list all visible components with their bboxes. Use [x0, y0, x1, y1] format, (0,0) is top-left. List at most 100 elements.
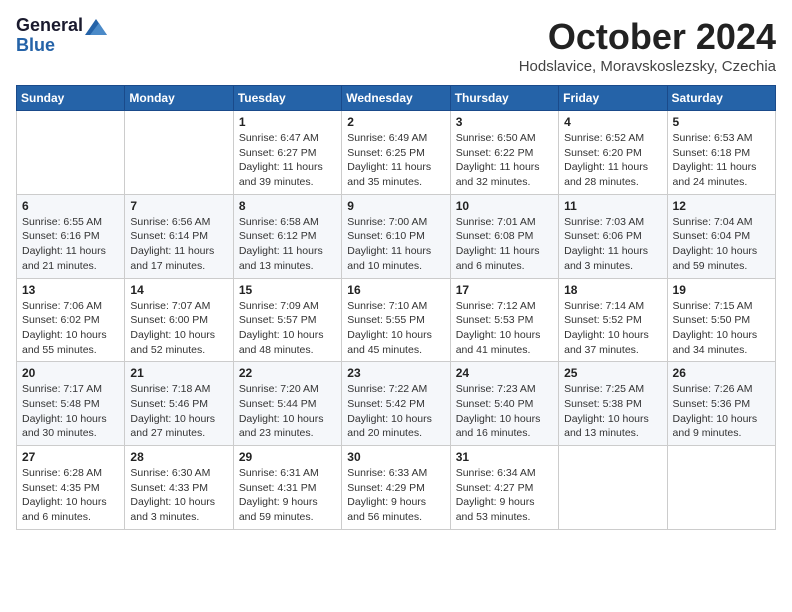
day-number: 8	[239, 199, 336, 213]
day-info: Sunrise: 6:47 AM Sunset: 6:27 PM Dayligh…	[239, 131, 336, 190]
day-number: 9	[347, 199, 444, 213]
calendar-cell: 5Sunrise: 6:53 AM Sunset: 6:18 PM Daylig…	[667, 111, 775, 195]
calendar-cell	[667, 446, 775, 530]
day-number: 29	[239, 450, 336, 464]
page-header: General Blue October 2024 Hodslavice, Mo…	[16, 16, 776, 75]
weekday-header-tuesday: Tuesday	[233, 86, 341, 111]
day-info: Sunrise: 6:56 AM Sunset: 6:14 PM Dayligh…	[130, 215, 227, 274]
day-number: 21	[130, 366, 227, 380]
day-info: Sunrise: 7:12 AM Sunset: 5:53 PM Dayligh…	[456, 299, 553, 358]
calendar-cell: 7Sunrise: 6:56 AM Sunset: 6:14 PM Daylig…	[125, 194, 233, 278]
day-number: 13	[22, 283, 119, 297]
calendar-cell	[559, 446, 667, 530]
day-number: 4	[564, 115, 661, 129]
calendar-cell	[17, 111, 125, 195]
day-info: Sunrise: 6:33 AM Sunset: 4:29 PM Dayligh…	[347, 466, 444, 525]
calendar-cell: 31 Sunrise: 6:34 AM Sunset: 4:27 PM Dayli…	[450, 446, 558, 530]
day-info: Sunrise: 6:31 AM Sunset: 4:31 PM Dayligh…	[239, 466, 336, 525]
day-info: Sunrise: 7:07 AM Sunset: 6:00 PM Dayligh…	[130, 299, 227, 358]
calendar-cell: 25 Sunrise: 7:25 AM Sunset: 5:38 PM Dayli…	[559, 362, 667, 446]
calendar-cell: 27 Sunrise: 6:28 AM Sunset: 4:35 PM Dayli…	[17, 446, 125, 530]
logo-blue: Blue	[16, 36, 55, 56]
location: Hodslavice, Moravskoslezsky, Czechia	[519, 58, 776, 75]
calendar-cell: 13 Sunrise: 7:06 AM Sunset: 6:02 PM Dayli…	[17, 278, 125, 362]
day-info: Sunrise: 7:06 AM Sunset: 6:02 PM Dayligh…	[22, 299, 119, 358]
calendar-week-5: 27 Sunrise: 6:28 AM Sunset: 4:35 PM Dayli…	[17, 446, 776, 530]
day-info: Sunrise: 7:03 AM Sunset: 6:06 PM Dayligh…	[564, 215, 661, 274]
day-number: 10	[456, 199, 553, 213]
day-info: Sunrise: 7:15 AM Sunset: 5:50 PM Dayligh…	[673, 299, 770, 358]
calendar-cell: 3 Sunrise: 6:50 AM Sunset: 6:22 PM Daylig…	[450, 111, 558, 195]
calendar-week-2: 6Sunrise: 6:55 AM Sunset: 6:16 PM Daylig…	[17, 194, 776, 278]
day-info: Sunrise: 6:34 AM Sunset: 4:27 PM Dayligh…	[456, 466, 553, 525]
calendar-cell: 6Sunrise: 6:55 AM Sunset: 6:16 PM Daylig…	[17, 194, 125, 278]
calendar-cell: 10 Sunrise: 7:01 AM Sunset: 6:08 PM Dayli…	[450, 194, 558, 278]
day-number: 1	[239, 115, 336, 129]
day-info: Sunrise: 7:22 AM Sunset: 5:42 PM Dayligh…	[347, 382, 444, 441]
calendar-cell: 14 Sunrise: 7:07 AM Sunset: 6:00 PM Dayli…	[125, 278, 233, 362]
calendar-cell: 22Sunrise: 7:20 AM Sunset: 5:44 PM Dayli…	[233, 362, 341, 446]
day-number: 11	[564, 199, 661, 213]
calendar-cell: 24Sunrise: 7:23 AM Sunset: 5:40 PM Dayli…	[450, 362, 558, 446]
day-number: 27	[22, 450, 119, 464]
logo-general: General	[16, 16, 83, 36]
day-info: Sunrise: 6:52 AM Sunset: 6:20 PM Dayligh…	[564, 131, 661, 190]
calendar-cell: 17Sunrise: 7:12 AM Sunset: 5:53 PM Dayli…	[450, 278, 558, 362]
day-info: Sunrise: 7:00 AM Sunset: 6:10 PM Dayligh…	[347, 215, 444, 274]
day-info: Sunrise: 6:30 AM Sunset: 4:33 PM Dayligh…	[130, 466, 227, 525]
weekday-header-thursday: Thursday	[450, 86, 558, 111]
day-number: 31	[456, 450, 553, 464]
weekday-header-sunday: Sunday	[17, 86, 125, 111]
weekday-header-friday: Friday	[559, 86, 667, 111]
day-number: 16	[347, 283, 444, 297]
calendar-cell: 20Sunrise: 7:17 AM Sunset: 5:48 PM Dayli…	[17, 362, 125, 446]
calendar-cell: 29 Sunrise: 6:31 AM Sunset: 4:31 PM Dayli…	[233, 446, 341, 530]
day-info: Sunrise: 6:28 AM Sunset: 4:35 PM Dayligh…	[22, 466, 119, 525]
logo: General Blue	[16, 16, 107, 56]
weekday-header-saturday: Saturday	[667, 86, 775, 111]
calendar-table: SundayMondayTuesdayWednesdayThursdayFrid…	[16, 85, 776, 530]
title-block: October 2024 Hodslavice, Moravskoslezsky…	[519, 16, 776, 75]
day-number: 15	[239, 283, 336, 297]
logo-icon	[85, 19, 107, 35]
day-number: 14	[130, 283, 227, 297]
calendar-cell: 15 Sunrise: 7:09 AM Sunset: 5:57 PM Dayli…	[233, 278, 341, 362]
day-info: Sunrise: 7:09 AM Sunset: 5:57 PM Dayligh…	[239, 299, 336, 358]
calendar-cell: 28 Sunrise: 6:30 AM Sunset: 4:33 PM Dayli…	[125, 446, 233, 530]
calendar-cell: 18Sunrise: 7:14 AM Sunset: 5:52 PM Dayli…	[559, 278, 667, 362]
calendar-cell: 21Sunrise: 7:18 AM Sunset: 5:46 PM Dayli…	[125, 362, 233, 446]
month-title: October 2024	[519, 16, 776, 58]
day-info: Sunrise: 7:10 AM Sunset: 5:55 PM Dayligh…	[347, 299, 444, 358]
day-info: Sunrise: 6:50 AM Sunset: 6:22 PM Dayligh…	[456, 131, 553, 190]
calendar-cell: 1 Sunrise: 6:47 AM Sunset: 6:27 PM Daylig…	[233, 111, 341, 195]
day-info: Sunrise: 7:01 AM Sunset: 6:08 PM Dayligh…	[456, 215, 553, 274]
weekday-header-wednesday: Wednesday	[342, 86, 450, 111]
day-number: 19	[673, 283, 770, 297]
day-info: Sunrise: 7:17 AM Sunset: 5:48 PM Dayligh…	[22, 382, 119, 441]
day-number: 26	[673, 366, 770, 380]
day-info: Sunrise: 6:53 AM Sunset: 6:18 PM Dayligh…	[673, 131, 770, 190]
calendar-cell: 26 Sunrise: 7:26 AM Sunset: 5:36 PM Dayli…	[667, 362, 775, 446]
day-number: 22	[239, 366, 336, 380]
calendar-cell	[125, 111, 233, 195]
day-number: 12	[673, 199, 770, 213]
calendar-cell: 8Sunrise: 6:58 AM Sunset: 6:12 PM Daylig…	[233, 194, 341, 278]
day-info: Sunrise: 7:26 AM Sunset: 5:36 PM Dayligh…	[673, 382, 770, 441]
calendar-cell: 2Sunrise: 6:49 AM Sunset: 6:25 PM Daylig…	[342, 111, 450, 195]
calendar-week-4: 20Sunrise: 7:17 AM Sunset: 5:48 PM Dayli…	[17, 362, 776, 446]
day-number: 25	[564, 366, 661, 380]
day-number: 28	[130, 450, 227, 464]
calendar-cell: 19 Sunrise: 7:15 AM Sunset: 5:50 PM Dayli…	[667, 278, 775, 362]
calendar-header-row: SundayMondayTuesdayWednesdayThursdayFrid…	[17, 86, 776, 111]
calendar-cell: 23Sunrise: 7:22 AM Sunset: 5:42 PM Dayli…	[342, 362, 450, 446]
day-info: Sunrise: 7:25 AM Sunset: 5:38 PM Dayligh…	[564, 382, 661, 441]
day-number: 24	[456, 366, 553, 380]
calendar-cell: 30 Sunrise: 6:33 AM Sunset: 4:29 PM Dayli…	[342, 446, 450, 530]
day-info: Sunrise: 7:04 AM Sunset: 6:04 PM Dayligh…	[673, 215, 770, 274]
calendar-week-1: 1 Sunrise: 6:47 AM Sunset: 6:27 PM Daylig…	[17, 111, 776, 195]
day-number: 30	[347, 450, 444, 464]
calendar-cell: 9 Sunrise: 7:00 AM Sunset: 6:10 PM Daylig…	[342, 194, 450, 278]
day-number: 3	[456, 115, 553, 129]
calendar-week-3: 13 Sunrise: 7:06 AM Sunset: 6:02 PM Dayli…	[17, 278, 776, 362]
day-number: 18	[564, 283, 661, 297]
